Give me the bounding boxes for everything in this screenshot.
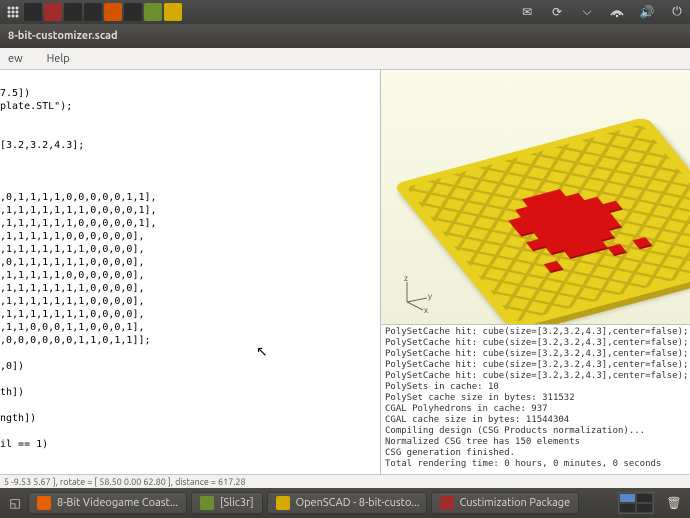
- mail-icon[interactable]: ✉: [518, 3, 536, 21]
- code-editor[interactable]: 7.5]) plate.STL"); [3.2,3.2,4.3]; ,0,1,1…: [0, 70, 380, 474]
- launcher-app-5[interactable]: [124, 3, 142, 21]
- menu-help[interactable]: Help: [43, 51, 74, 67]
- bluetooth-icon[interactable]: ⌵: [578, 3, 596, 21]
- window-title: 8-bit-customizer.scad: [8, 30, 118, 42]
- launcher-openscad[interactable]: [164, 3, 182, 21]
- task-slic3r[interactable]: [Slic3r]: [191, 492, 263, 514]
- task-firefox[interactable]: 8-Bit Videogame Coast...: [28, 492, 187, 514]
- status-text: 5 -9.53 5.67 ], rotate = [ 58.50 0.00 62…: [4, 477, 246, 487]
- task-label: OpenSCAD - 8-bit-custo...: [296, 497, 420, 509]
- launcher-app-2[interactable]: [64, 3, 82, 21]
- menu-view[interactable]: ew: [4, 51, 27, 67]
- launcher-terminal[interactable]: [24, 3, 42, 21]
- task-bar: ◱ 8-Bit Videogame Coast... [Slic3r] Open…: [0, 488, 690, 518]
- window-title-bar: 8-bit-customizer.scad: [0, 24, 690, 48]
- task-package[interactable]: Custimization Package: [431, 492, 580, 514]
- indicator-area: ✉ ⟳ ⌵ 🔊 ⏻: [518, 3, 686, 21]
- status-bar: 5 -9.53 5.67 ], rotate = [ 58.50 0.00 62…: [0, 474, 690, 488]
- volume-icon[interactable]: 🔊: [638, 3, 656, 21]
- task-openscad[interactable]: OpenSCAD - 8-bit-custo...: [267, 492, 427, 514]
- task-label: 8-Bit Videogame Coast...: [57, 497, 178, 509]
- coaster-plate: [393, 117, 690, 324]
- openscad-icon: [276, 496, 290, 510]
- main-area: 7.5]) plate.STL"); [3.2,3.2,4.3]; ,0,1,1…: [0, 70, 690, 474]
- package-icon: [440, 496, 454, 510]
- render-coaster: [393, 112, 690, 289]
- launcher-app-1[interactable]: [44, 3, 62, 21]
- trash-icon[interactable]: 🗑: [664, 493, 684, 513]
- firefox-icon: [37, 496, 51, 510]
- coaster-lattice: [406, 124, 690, 322]
- task-label: [Slic3r]: [220, 497, 254, 509]
- menu-bar: ew Help: [0, 48, 690, 70]
- axes-gizmo: z y x: [395, 274, 435, 314]
- system-panel: ✉ ⟳ ⌵ 🔊 ⏻: [0, 0, 690, 24]
- viewport-3d[interactable]: z y x: [381, 70, 690, 324]
- show-desktop-icon[interactable]: ◱: [6, 494, 24, 512]
- console-output[interactable]: PolySetCache hit: cube(size=[3.2,3.2,4.3…: [381, 324, 690, 474]
- task-label: Custimization Package: [460, 497, 571, 509]
- axis-x-label: x: [424, 306, 428, 314]
- apps-menu-icon[interactable]: [4, 3, 22, 21]
- slic3r-icon: [200, 496, 214, 510]
- updates-icon[interactable]: ⟳: [548, 3, 566, 21]
- workspace-switcher[interactable]: [618, 492, 654, 514]
- launcher-slic3r[interactable]: [144, 3, 162, 21]
- axis-y-label: y: [428, 292, 432, 301]
- network-icon[interactable]: [608, 3, 626, 21]
- power-icon[interactable]: ⏻: [668, 3, 686, 21]
- axis-z-label: z: [404, 274, 408, 283]
- launcher-area: [4, 3, 182, 21]
- right-column: z y x PolySetCache hit: cube(size=[3.2,3…: [380, 70, 690, 474]
- launcher-app-4[interactable]: [104, 3, 122, 21]
- launcher-app-3[interactable]: [84, 3, 102, 21]
